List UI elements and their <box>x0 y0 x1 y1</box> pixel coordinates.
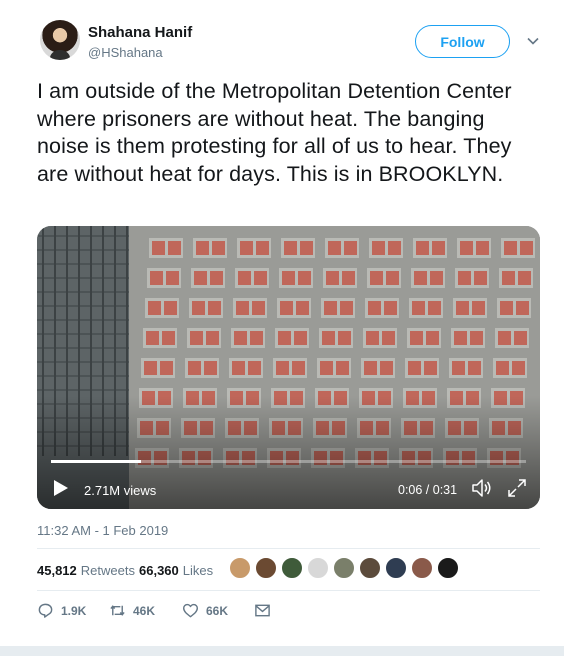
like-count: 66K <box>206 603 229 618</box>
play-icon[interactable] <box>53 479 69 497</box>
follow-button[interactable]: Follow <box>415 25 510 58</box>
liker-avatar[interactable] <box>437 557 459 579</box>
liker-avatar[interactable] <box>307 557 329 579</box>
fullscreen-icon[interactable] <box>507 478 527 498</box>
tweet-actions: 1.9K 46K 66K <box>37 598 540 628</box>
retweets-stat[interactable]: 45,812 Retweets <box>37 563 135 578</box>
tweet-text: I am outside of the Metropolitan Detenti… <box>37 79 512 186</box>
author-name[interactable]: Shahana Hanif <box>88 24 192 41</box>
like-icon <box>182 603 199 618</box>
video-time: 0:06 / 0:31 <box>398 483 458 497</box>
message-button[interactable] <box>254 602 271 619</box>
reply-button[interactable]: 1.9K <box>37 602 86 619</box>
video-player[interactable]: 2.71M views 0:06 / 0:31 <box>37 226 540 509</box>
author-avatar[interactable] <box>40 20 80 60</box>
divider <box>37 548 540 549</box>
page-footer-strip <box>0 646 564 656</box>
volume-icon[interactable] <box>470 477 494 499</box>
video-progress-fill <box>51 460 142 463</box>
engagement-stats: 45,812 Retweets 66,360 Likes <box>37 555 540 585</box>
liker-avatar[interactable] <box>333 557 355 579</box>
retweets-count: 45,812 <box>37 563 77 578</box>
divider <box>37 590 540 591</box>
chevron-down-icon[interactable] <box>526 34 540 48</box>
video-progress-bar[interactable] <box>51 460 526 463</box>
liker-avatar[interactable] <box>359 557 381 579</box>
likes-label: Likes <box>182 563 214 578</box>
retweet-button[interactable]: 46K <box>109 602 155 619</box>
likes-count: 66,360 <box>139 563 179 578</box>
liker-avatar[interactable] <box>255 557 277 579</box>
tweet-timestamp[interactable]: 11:32 AM - 1 Feb 2019 <box>37 523 168 538</box>
likes-stat[interactable]: 66,360 Likes <box>139 563 213 578</box>
retweet-icon <box>110 605 125 616</box>
liker-avatar[interactable] <box>385 557 407 579</box>
view-count: 2.71M views <box>84 483 157 498</box>
reply-count: 1.9K <box>61 603 87 618</box>
tweet-card: Shahana Hanif @HShahana Follow I am outs… <box>0 0 564 656</box>
retweets-label: Retweets <box>80 563 135 578</box>
like-button[interactable]: 66K <box>182 602 228 619</box>
reply-icon <box>38 603 53 618</box>
liker-avatar[interactable] <box>229 557 251 579</box>
liker-avatar[interactable] <box>411 557 433 579</box>
retweet-count: 46K <box>133 603 156 618</box>
author-handle[interactable]: @HShahana <box>88 45 163 60</box>
message-icon <box>255 604 270 617</box>
video-controls: 2.71M views 0:06 / 0:31 <box>37 226 540 509</box>
tweet-header: Shahana Hanif @HShahana Follow <box>37 16 547 68</box>
liker-avatar[interactable] <box>281 557 303 579</box>
